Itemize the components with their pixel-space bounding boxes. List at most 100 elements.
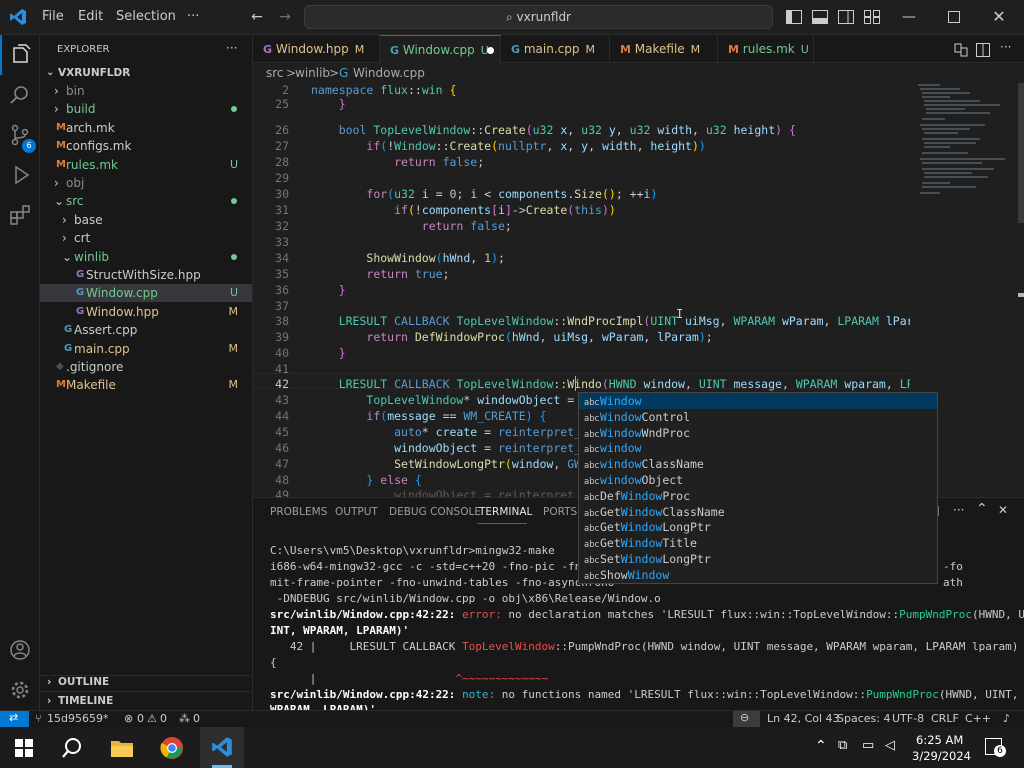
tree-item[interactable]: › bin [40, 82, 252, 100]
suggestion-item[interactable]: abcWindow [579, 393, 937, 409]
git-branch[interactable]: 15d95659* [47, 712, 108, 725]
suggestion-item[interactable]: abcDefWindowProc [579, 488, 937, 504]
line-ending[interactable]: CRLF [931, 712, 959, 725]
search-activity-icon[interactable] [0, 75, 40, 115]
tree-item[interactable]: › crt [40, 229, 252, 247]
tab-rules-mk[interactable]: M rules.mk U [718, 35, 814, 63]
breadcrumb-src[interactable]: src [266, 63, 284, 83]
suggestion-item[interactable]: abcwindowObject [579, 472, 937, 488]
chrome-icon[interactable] [160, 736, 184, 760]
tree-item[interactable]: ⌄ winlib [40, 248, 252, 266]
notification-center-icon[interactable]: 6 [985, 738, 1006, 757]
maximize-icon[interactable] [948, 11, 960, 23]
tree-item[interactable]: G StructWithSize.hpp [40, 266, 252, 284]
suggestion-item[interactable]: abcwindow [579, 440, 937, 456]
run-debug-icon[interactable] [0, 155, 40, 195]
error-count[interactable]: 0 [137, 712, 144, 725]
minimize-icon[interactable]: — [900, 8, 918, 26]
network-icon[interactable]: ▭ [862, 738, 874, 753]
suggestion-item[interactable]: abcWindowControl [579, 409, 937, 425]
tree-item[interactable]: G Assert.cpp [40, 321, 252, 339]
tray-app-icon[interactable]: ⧉ [838, 738, 847, 753]
tab-output[interactable]: OUTPUT [335, 506, 378, 518]
suggestion-item[interactable]: abcGetWindowClassName [579, 504, 937, 520]
suggestion-item[interactable]: abcGetWindowLongPtr [579, 519, 937, 535]
tree-item[interactable]: Gmain.cpp M [40, 340, 252, 358]
workspace-root[interactable]: ⌄ VXRUNFLDR [40, 64, 252, 82]
file-explorer-icon[interactable] [110, 738, 134, 758]
suggestion-item[interactable]: abcGetWindowTitle [579, 535, 937, 551]
toggle-panel-icon[interactable] [812, 10, 828, 24]
remote-indicator[interactable]: ⇄ [0, 711, 29, 727]
tree-item[interactable]: G Window.cpp U [40, 284, 252, 303]
tab-makefile[interactable]: M Makefile M [610, 35, 718, 63]
menu-more[interactable]: ··· [187, 9, 199, 24]
suggestion-item[interactable]: abcShowWindow [579, 567, 937, 583]
clock-date[interactable]: 3/29/2024 [912, 749, 971, 763]
tab-window-cpp[interactable]: G Window.cpp U [380, 35, 501, 63]
tree-item[interactable]: › base [40, 211, 252, 229]
breadcrumb-winlib[interactable]: winlib [295, 63, 330, 83]
outline-section[interactable]: › OUTLINE [40, 673, 252, 691]
tab-debug-console[interactable]: DEBUG CONSOLE [389, 506, 481, 518]
tab-window-hpp[interactable]: G Window.hpp M [253, 35, 380, 63]
split-editor-icon[interactable] [976, 43, 990, 57]
forward-arrow-icon[interactable]: → [276, 8, 294, 26]
source-control-icon[interactable]: 6 [0, 115, 40, 155]
tree-item[interactable]: › build [40, 100, 252, 118]
extensions-icon[interactable] [0, 195, 40, 235]
suggestion-item[interactable]: abcwindowClassName [579, 456, 937, 472]
back-arrow-icon[interactable]: ← [248, 8, 266, 26]
windows-start-icon[interactable] [15, 739, 33, 757]
ports-count[interactable]: 0 [193, 712, 200, 725]
unsaved-dot-icon[interactable] [487, 47, 494, 54]
suggestion-item[interactable]: abcSetWindowLongPtr [579, 551, 937, 567]
tab-problems[interactable]: PROBLEMS [270, 506, 327, 518]
encoding[interactable]: UTF-8 [892, 712, 924, 725]
explorer-more-icon[interactable]: ··· [226, 41, 237, 55]
tab-main-cpp[interactable]: G main.cpp M [501, 35, 610, 63]
indentation[interactable]: Spaces: 4 [837, 712, 890, 725]
panel-more-icon[interactable]: ··· [953, 503, 964, 517]
warning-count[interactable]: 0 [160, 712, 167, 725]
tree-item[interactable]: Mrules.mk U [40, 156, 252, 174]
menu-file[interactable]: File [42, 9, 64, 24]
sticky-scroll-line[interactable]: namespace flux::win { [311, 83, 456, 97]
suggestion-item[interactable]: abcWindowWndProc [579, 425, 937, 441]
customize-layout-icon[interactable] [864, 10, 880, 24]
tray-chevron-icon[interactable]: ⌃ [815, 738, 827, 754]
tree-item[interactable]: ⌄ src [40, 192, 252, 210]
menu-edit[interactable]: Edit [78, 9, 103, 24]
maximize-panel-icon[interactable]: ⌃ [976, 501, 988, 517]
taskbar-search-icon[interactable] [61, 737, 83, 759]
tree-item[interactable]: G Window.hpp M [40, 303, 252, 321]
tab-terminal[interactable]: TERMINAL [479, 506, 532, 518]
tree-item[interactable]: › obj [40, 174, 252, 192]
compare-changes-icon[interactable] [954, 43, 968, 57]
clock-time[interactable]: 6:25 AM [916, 733, 963, 747]
menu-selection[interactable]: Selection [116, 9, 176, 24]
tree-item[interactable]: Mconfigs.mk [40, 137, 252, 155]
explorer-icon[interactable] [0, 35, 40, 75]
close-panel-icon[interactable]: ✕ [998, 503, 1008, 517]
command-center-search[interactable]: ⌕ vxrunfldr [304, 5, 773, 29]
notifications-bell-icon[interactable]: ♪ [1003, 712, 1010, 725]
breadcrumb-file[interactable]: Window.cpp [353, 63, 425, 83]
language-mode[interactable]: C++ [965, 712, 991, 725]
timeline-section[interactable]: › TIMELINE [40, 691, 252, 709]
autocomplete-suggest-widget[interactable]: abcWindow abcWindowControl abcWindowWndPro… [578, 392, 938, 584]
tab-more-icon[interactable]: ··· [1000, 40, 1011, 54]
toggle-primary-sidebar-icon[interactable] [786, 10, 802, 24]
vscode-taskbar-button[interactable] [200, 727, 244, 768]
volume-icon[interactable]: ◁ [885, 738, 895, 753]
tree-item[interactable]: ◆ .gitignore [40, 358, 252, 376]
accounts-icon[interactable] [0, 630, 40, 670]
tree-item[interactable]: M Makefile M [40, 376, 252, 394]
toggle-secondary-sidebar-icon[interactable] [838, 10, 854, 24]
tree-item[interactable]: March.mk [40, 119, 252, 137]
tab-ports[interactable]: PORTS [543, 506, 577, 518]
vscode-logo-icon[interactable] [9, 8, 27, 26]
zoom-indicator[interactable]: ⊖ [733, 711, 760, 727]
settings-gear-icon[interactable] [0, 670, 40, 710]
close-icon[interactable]: ✕ [990, 8, 1008, 26]
